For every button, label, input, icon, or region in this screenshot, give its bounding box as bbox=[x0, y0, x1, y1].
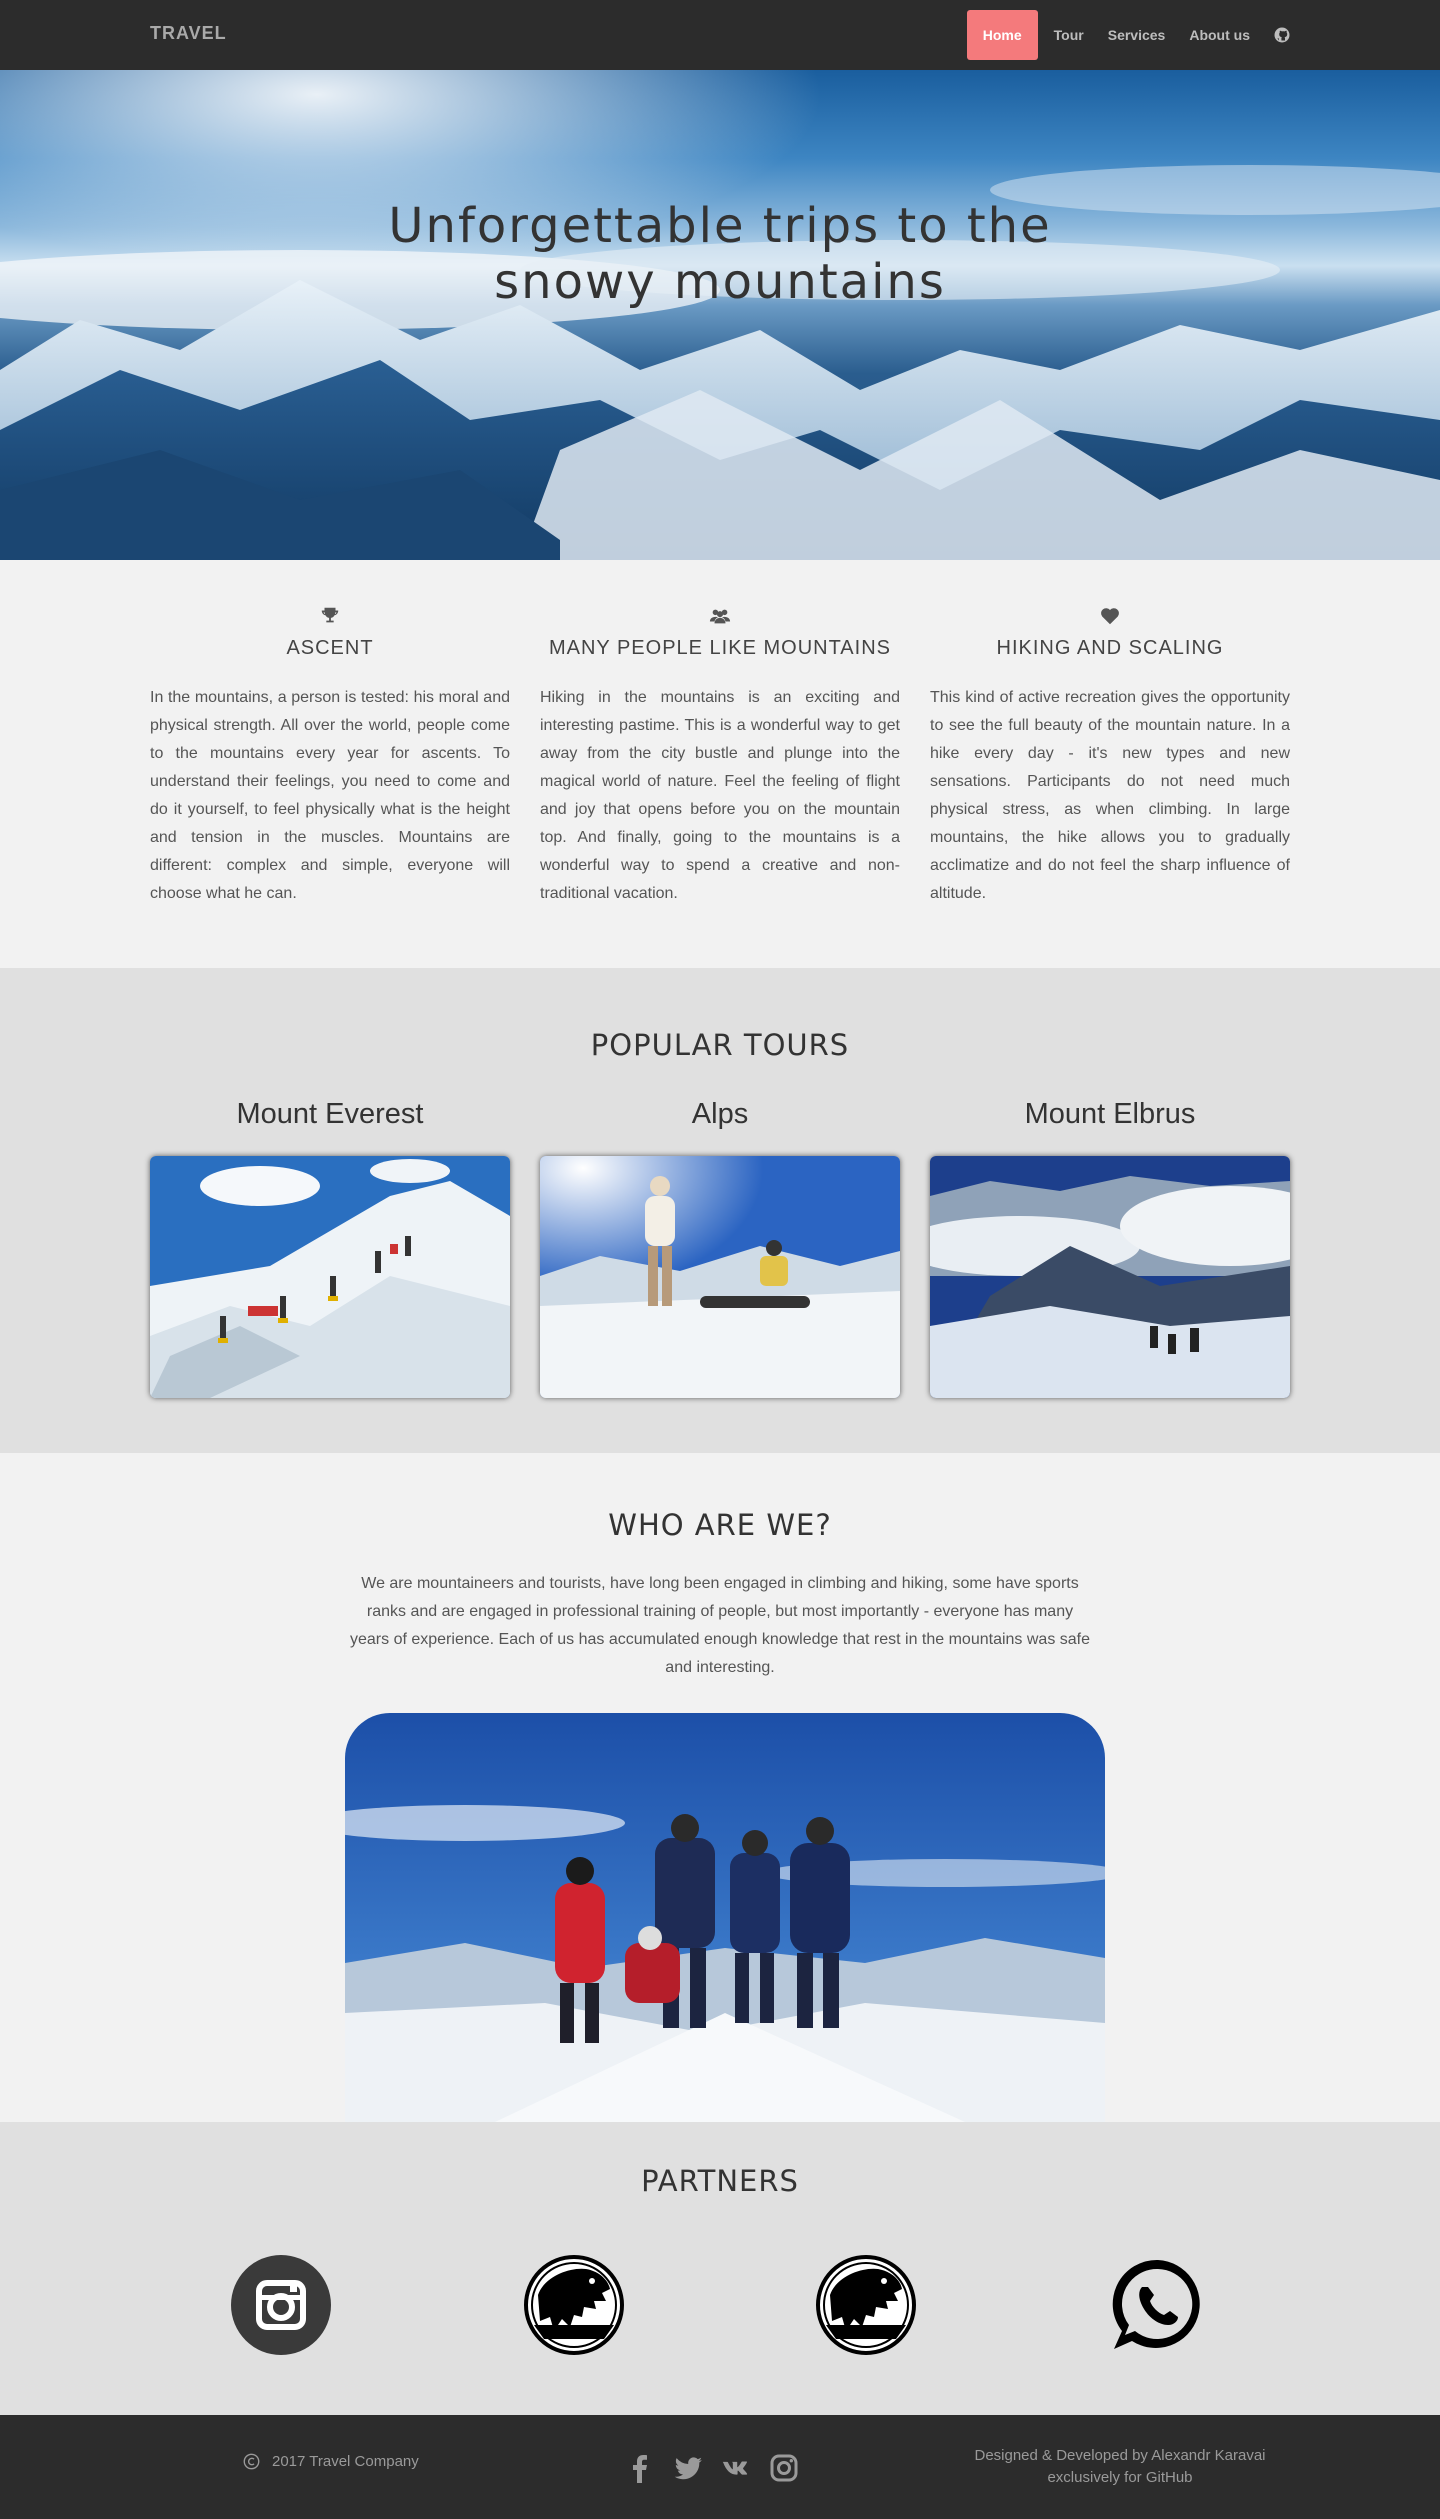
section-title: PARTNERS bbox=[641, 2164, 799, 2198]
nav-about-link[interactable]: About us bbox=[1177, 10, 1262, 60]
hero-title-line1: Unforgettable trips to the bbox=[388, 198, 1052, 254]
features-section: ASCENT In the mountains, a person is tes… bbox=[0, 560, 1440, 968]
feature-title: ASCENT bbox=[286, 637, 374, 659]
tour-name: Alps bbox=[691, 1098, 749, 1130]
vk-icon[interactable] bbox=[721, 2453, 751, 2483]
users-icon bbox=[709, 609, 731, 624]
navbar: TRAVEL Home Tour Services About us bbox=[0, 0, 1440, 70]
credit-line1: Designed & Developed by Alexandr Karavai bbox=[974, 2447, 1266, 2464]
team-summit-image bbox=[345, 1713, 1105, 2122]
whatsapp-icon[interactable] bbox=[1108, 2255, 1208, 2355]
facebook-icon[interactable] bbox=[625, 2453, 655, 2483]
tour-image-everest[interactable] bbox=[150, 1156, 510, 1398]
feature-ascent: ASCENT In the mountains, a person is tes… bbox=[150, 605, 510, 908]
developer-credit: Designed & Developed by Alexandr Karavai… bbox=[940, 2445, 1300, 2489]
nav-home-link[interactable]: Home bbox=[966, 10, 1038, 60]
tour-card-elbrus[interactable]: Mount Elbrus bbox=[930, 1098, 1290, 1398]
credit-line2: exclusively for GitHub bbox=[1047, 2469, 1193, 2486]
partners-section: PARTNERS bbox=[0, 2122, 1440, 2415]
footer: 2017 Travel Company Designed & Developed… bbox=[0, 2415, 1440, 2519]
copyright-text: 2017 Travel Company bbox=[272, 2453, 419, 2470]
everest-climbers-image bbox=[150, 1156, 510, 1398]
hero-title: Unforgettable trips to the snowy mountai… bbox=[0, 198, 1440, 310]
github-icon bbox=[1274, 27, 1290, 43]
social-links bbox=[625, 2453, 817, 2483]
jurassic-park-logo[interactable] bbox=[524, 2255, 624, 2355]
hero-banner: Unforgettable trips to the snowy mountai… bbox=[0, 70, 1440, 560]
feature-text: This kind of active recreation gives the… bbox=[930, 689, 1290, 902]
section-title: WHO ARE WE? bbox=[608, 1508, 832, 1542]
nav-services-link[interactable]: Services bbox=[1096, 10, 1178, 60]
jurassic-park-logo[interactable] bbox=[816, 2255, 916, 2355]
trophy-icon bbox=[321, 607, 339, 623]
tour-name: Mount Elbrus bbox=[1024, 1098, 1196, 1130]
who-are-we-section: WHO ARE WE? We are mountaineers and tour… bbox=[0, 1453, 1440, 2122]
hero-title-line2: snowy mountains bbox=[494, 254, 946, 310]
tour-card-alps[interactable]: Alps bbox=[540, 1098, 900, 1398]
instagram-icon[interactable] bbox=[231, 2255, 331, 2355]
mountain-landscape-image bbox=[0, 70, 1440, 560]
heart-icon bbox=[1101, 608, 1119, 625]
tour-image-alps[interactable] bbox=[540, 1156, 900, 1398]
nav-tour-link[interactable]: Tour bbox=[1042, 10, 1096, 60]
brand-logo[interactable]: TRAVEL bbox=[150, 23, 227, 44]
instagram-icon[interactable] bbox=[769, 2453, 799, 2483]
nav-github-link[interactable] bbox=[1262, 10, 1290, 60]
feature-text: In the mountains, a person is tested: hi… bbox=[150, 689, 510, 902]
team-photo bbox=[345, 1713, 1105, 2122]
who-description: We are mountaineers and tourists, have l… bbox=[350, 1575, 1090, 1676]
tour-image-elbrus[interactable] bbox=[930, 1156, 1290, 1398]
section-title: POPULAR TOURS bbox=[590, 1028, 850, 1062]
tour-card-everest[interactable]: Mount Everest bbox=[150, 1098, 510, 1398]
feature-many-people: MANY PEOPLE LIKE MOUNTAINS Hiking in the… bbox=[540, 605, 900, 908]
nav-menu: Home Tour Services About us bbox=[966, 10, 1290, 60]
alps-skiers-image bbox=[540, 1156, 900, 1398]
feature-title: HIKING AND SCALING bbox=[996, 637, 1224, 659]
popular-tours-section: POPULAR TOURS Mount Everest Alps Mount E… bbox=[0, 968, 1440, 1453]
feature-hiking: HIKING AND SCALING This kind of active r… bbox=[930, 605, 1290, 908]
copyright-icon bbox=[243, 2453, 260, 2470]
feature-text: Hiking in the mountains is an exciting a… bbox=[540, 689, 900, 902]
elbrus-hikers-image bbox=[930, 1156, 1290, 1398]
tour-name: Mount Everest bbox=[236, 1098, 424, 1130]
feature-title: MANY PEOPLE LIKE MOUNTAINS bbox=[548, 637, 891, 659]
twitter-icon[interactable] bbox=[673, 2453, 703, 2483]
copyright: 2017 Travel Company bbox=[243, 2453, 419, 2470]
